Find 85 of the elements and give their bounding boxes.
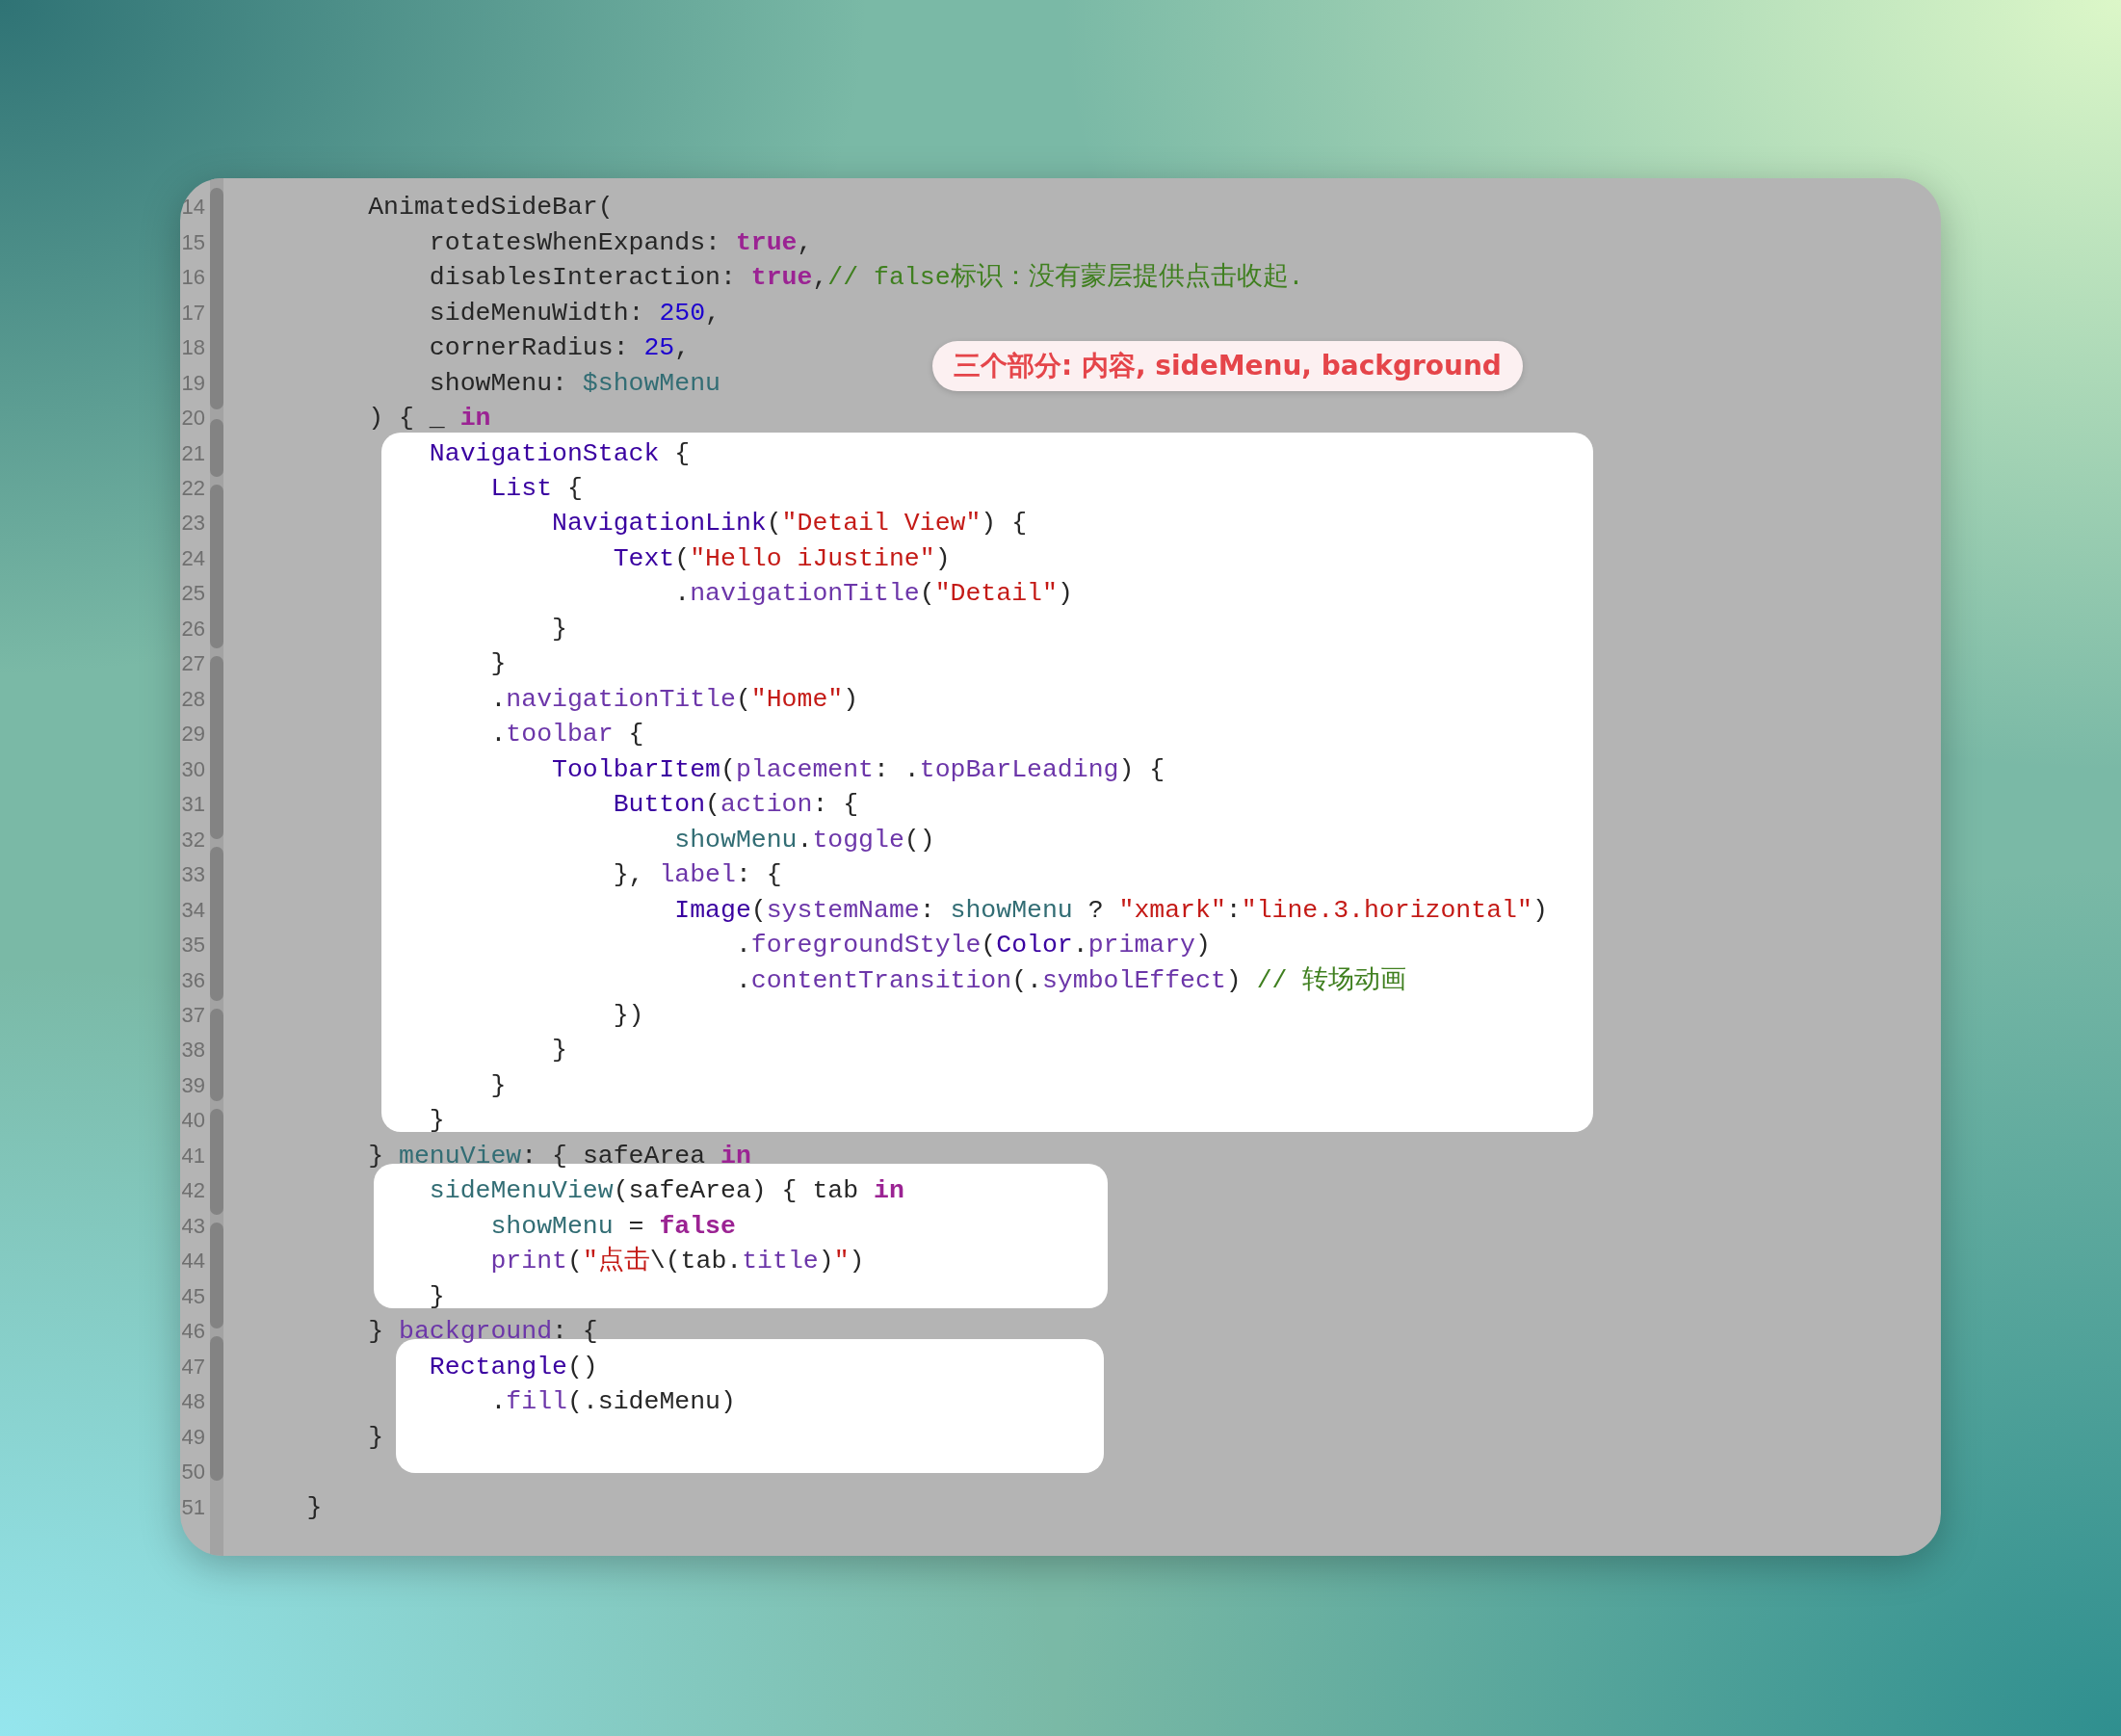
code-line: showMenu: $showMenu xyxy=(428,367,720,400)
code-line: .fill(.sideMenu) xyxy=(489,1386,736,1419)
line-number: 17 xyxy=(180,300,205,326)
code-line: ) { _ in xyxy=(367,403,491,435)
code-line: ToolbarItem(placement: .topBarLeading) { xyxy=(551,753,1165,786)
code-line: rotatesWhenExpands: true, xyxy=(428,226,813,259)
annotation-label: 三个部分: 内容, sideMenu, background xyxy=(932,341,1523,391)
line-number: 47 xyxy=(180,1354,205,1380)
code-line: .navigationTitle("Detail") xyxy=(673,578,1073,611)
code-line: showMenu.toggle() xyxy=(673,824,935,856)
line-number: 40 xyxy=(180,1108,205,1134)
code-line: } xyxy=(428,1105,445,1138)
code-line: Text("Hello iJustine") xyxy=(612,542,951,575)
line-number: 28 xyxy=(180,686,205,712)
code-line: }) xyxy=(612,1000,644,1032)
code-line: } xyxy=(489,1069,507,1102)
line-number: 14 xyxy=(180,195,205,221)
code-line: sideMenuView(safeArea) { tab in xyxy=(428,1175,904,1208)
code-line: disablesInteraction: true,// false标识：没有蒙层提供点击收起. xyxy=(428,261,1304,295)
line-number: 41 xyxy=(180,1143,205,1169)
code-line: .navigationTitle("Home") xyxy=(489,683,859,716)
line-number: 39 xyxy=(180,1072,205,1098)
line-number: 38 xyxy=(180,1038,205,1064)
line-number: 34 xyxy=(180,897,205,923)
line-number: 50 xyxy=(180,1460,205,1486)
code-line: NavigationStack { xyxy=(428,437,691,470)
line-number: 33 xyxy=(180,862,205,888)
line-number: 29 xyxy=(180,722,205,748)
code-line: .toolbar { xyxy=(489,719,644,751)
code-line: Rectangle() xyxy=(428,1351,598,1383)
line-number: 20 xyxy=(180,406,205,432)
code-line: Image(systemName: showMenu ? "xmark":"line.3.horizontal") xyxy=(673,894,1548,927)
scroll-thumb[interactable] xyxy=(210,1009,223,1101)
code-line: showMenu = false xyxy=(489,1210,736,1243)
scroll-thumb[interactable] xyxy=(210,419,223,477)
line-number: 15 xyxy=(180,229,205,255)
scroll-thumb[interactable] xyxy=(210,485,223,648)
code-line: cornerRadius: 25, xyxy=(428,332,691,365)
scroll-thumb[interactable] xyxy=(210,1223,223,1328)
code-line: } xyxy=(305,1491,323,1524)
line-number: 22 xyxy=(180,476,205,501)
scroll-thumb[interactable] xyxy=(210,1336,223,1481)
line-number: 26 xyxy=(180,616,205,642)
code-line: } menuView: { safeArea in xyxy=(367,1140,751,1172)
line-number: 23 xyxy=(180,511,205,537)
line-number: 18 xyxy=(180,335,205,361)
code-line: } xyxy=(367,1421,384,1454)
line-number: 21 xyxy=(180,440,205,466)
code-line: } xyxy=(551,613,567,645)
line-number: 46 xyxy=(180,1319,205,1345)
code-line: Button(action: { xyxy=(612,789,859,822)
line-number: 37 xyxy=(180,1003,205,1028)
line-number: 19 xyxy=(180,370,205,396)
scroll-thumb[interactable] xyxy=(210,847,223,1001)
line-number: 49 xyxy=(180,1424,205,1450)
scroll-thumb[interactable] xyxy=(210,656,223,839)
scroll-thumb[interactable] xyxy=(210,1109,223,1215)
line-number: 32 xyxy=(180,827,205,853)
line-number: 51 xyxy=(180,1494,205,1520)
scroll-thumb[interactable] xyxy=(210,188,223,409)
code-line: } background: { xyxy=(367,1316,598,1349)
code-line: }, label: { xyxy=(612,859,782,892)
line-number: 35 xyxy=(180,933,205,959)
line-number: 45 xyxy=(180,1283,205,1309)
code-line: .contentTransition(.symbolEffect) // 转场动画 xyxy=(734,964,1407,997)
line-number: 44 xyxy=(180,1249,205,1275)
line-number: 24 xyxy=(180,545,205,571)
code-line: } xyxy=(551,1035,567,1067)
code-line: AnimatedSideBar( xyxy=(367,192,614,224)
line-number: 36 xyxy=(180,967,205,993)
line-number: 42 xyxy=(180,1178,205,1204)
line-number: 27 xyxy=(180,651,205,677)
code-line: print("点击\(tab.title)") xyxy=(489,1245,865,1278)
line-number: 48 xyxy=(180,1389,205,1415)
line-number: 30 xyxy=(180,756,205,782)
line-number: 43 xyxy=(180,1213,205,1239)
code-line: NavigationLink("Detail View") { xyxy=(551,508,1028,540)
code-line: sideMenuWidth: 250, xyxy=(428,297,720,329)
line-number: 31 xyxy=(180,792,205,818)
code-line: .foregroundStyle(Color.primary) xyxy=(734,930,1211,962)
code-line: } xyxy=(428,1280,445,1313)
line-number: 25 xyxy=(180,581,205,607)
line-number: 16 xyxy=(180,265,205,291)
code-line: } xyxy=(489,648,507,681)
code-line: List { xyxy=(489,473,583,505)
